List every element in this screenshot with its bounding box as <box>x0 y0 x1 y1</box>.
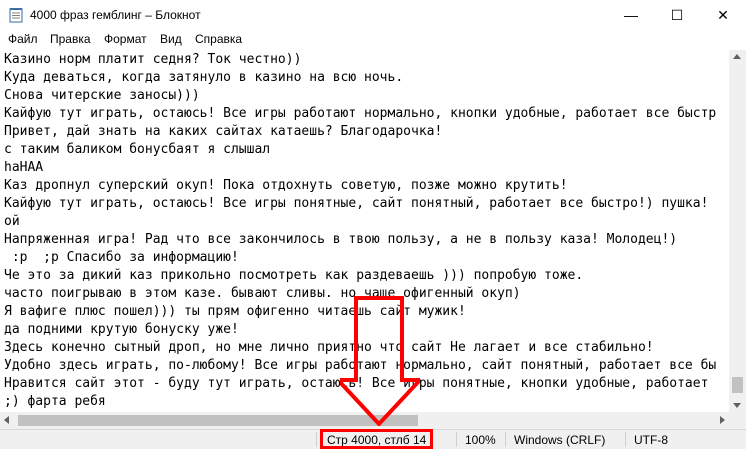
vertical-scroll-thumb[interactable] <box>732 377 743 393</box>
text-line: Казино норм платит седня? Ток честно)) <box>4 52 302 67</box>
zoom-level: 100% <box>465 433 496 447</box>
close-button[interactable]: ✕ <box>700 0 746 30</box>
text-line: Здесь конечно сытный дроп, но мне лично … <box>4 340 654 355</box>
close-icon: ✕ <box>717 6 729 23</box>
title-bar: 4000 фраз гемблинг – Блокнот — ☐ ✕ <box>0 0 746 30</box>
line-endings: Windows (CRLF) <box>514 433 606 447</box>
maximize-icon: ☐ <box>670 6 684 23</box>
status-highlight-box <box>320 429 433 449</box>
text-line: Кайфую тут играть, остаюсь! Все игры пон… <box>4 196 709 211</box>
text-line: haHAA <box>4 160 44 175</box>
status-divider <box>505 432 506 447</box>
vertical-scrollbar[interactable] <box>729 50 746 412</box>
menu-file[interactable]: Файл <box>8 32 38 46</box>
menu-format[interactable]: Формат <box>104 32 147 46</box>
text-line: с таким баликом бонусбаят я слышал <box>4 142 271 157</box>
scroll-right-icon[interactable] <box>720 416 725 424</box>
status-divider <box>625 432 626 447</box>
notepad-icon <box>9 8 23 23</box>
status-divider <box>456 432 457 447</box>
text-line: Напряженная игра! Рад что все закончилос… <box>4 232 678 247</box>
text-line: :p ;p Спасибо за информацию! <box>4 250 239 265</box>
text-line: Кайфую тут играть, остаюсь! Все игры раб… <box>4 106 717 121</box>
text-line: Каз дропнул суперский окуп! Пока отдохну… <box>4 178 568 193</box>
text-line: Че это за дикий каз прикольно посмотреть… <box>4 268 584 283</box>
text-line: ой <box>4 214 20 229</box>
status-divider <box>316 432 317 447</box>
window-title: 4000 фраз гемблинг – Блокнот <box>30 8 201 22</box>
scroll-down-icon[interactable] <box>733 403 741 408</box>
menu-view[interactable]: Вид <box>160 32 182 46</box>
text-line: Привет, дай знать на каких сайтах катаеш… <box>4 124 443 139</box>
menu-bar: Файл Правка Формат Вид Справка <box>0 30 746 50</box>
text-line: ;) фарта ребя <box>4 394 106 409</box>
minimize-button[interactable]: — <box>608 0 654 30</box>
maximize-button[interactable]: ☐ <box>654 0 700 30</box>
scroll-left-icon[interactable] <box>4 416 9 424</box>
red-arrow-annotation <box>340 296 420 426</box>
text-line: да подними крутую бонуску уже! <box>4 322 239 337</box>
encoding: UTF-8 <box>634 433 668 447</box>
text-line: Куда деваться, когда затянуло в казино н… <box>4 70 404 85</box>
menu-edit[interactable]: Правка <box>50 32 91 46</box>
scroll-up-icon[interactable] <box>733 54 741 59</box>
text-line: Снова читерские заносы))) <box>4 88 200 103</box>
text-line: часто поигрываю в этом казе. бывают слив… <box>4 286 521 301</box>
scrollbar-corner <box>729 412 746 429</box>
menu-help[interactable]: Справка <box>195 32 242 46</box>
minimize-icon: — <box>624 7 638 23</box>
